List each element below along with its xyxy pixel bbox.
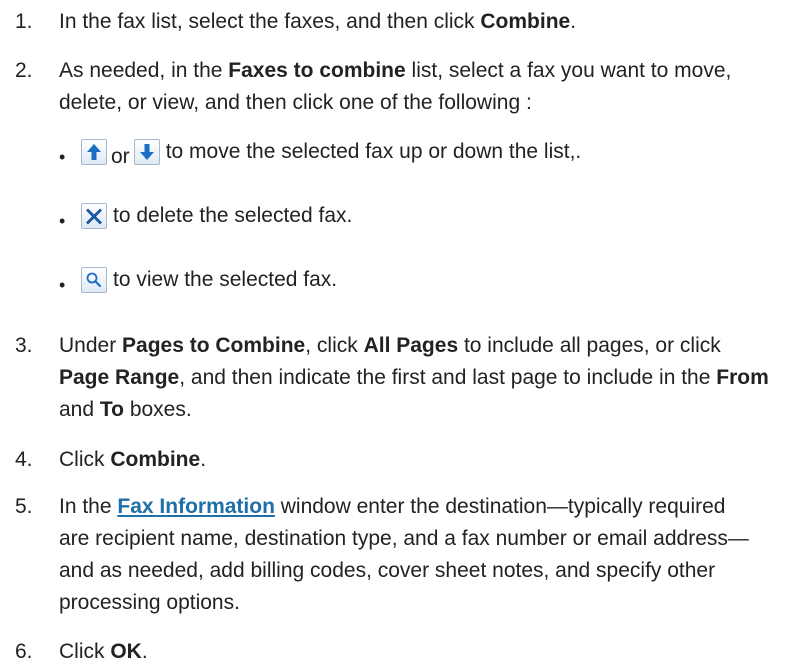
fax-information-link[interactable]: Fax Information [117, 495, 275, 518]
step-number: 2. [15, 59, 33, 82]
arrow-up-icon[interactable] [81, 139, 107, 165]
bullet-text: to move the selected fax up or down the … [165, 140, 582, 163]
or-label: or [111, 145, 130, 168]
step-number: 6. [15, 640, 33, 663]
step-number: 3. [15, 334, 33, 357]
step-4: 4. Click Combine. [15, 444, 775, 476]
step-6: 6. Click OK. [15, 636, 775, 668]
delete-x-icon[interactable] [81, 203, 107, 229]
step-text: Under Pages to Combine, click All Pages … [59, 334, 769, 421]
step-5: 5. In the Fax Information window enter t… [15, 491, 775, 619]
bullet-text: to view the selected fax. [113, 268, 338, 291]
step-1: 1. In the fax list, select the faxes, an… [15, 6, 775, 38]
help-document: 1. In the fax list, select the faxes, an… [0, 0, 790, 671]
step-3: 3. Under Pages to Combine, click All Pag… [15, 330, 775, 426]
step-text: Click OK. [59, 640, 148, 663]
step-text: Click Combine. [59, 448, 207, 471]
step-2: 2. As needed, in the Faxes to combine li… [15, 55, 775, 119]
arrow-down-icon[interactable] [133, 139, 160, 165]
step-text: As needed, in the Faxes to combine list,… [59, 59, 732, 114]
step-text: In the Fax Information window enter the … [59, 495, 749, 614]
magnifier-icon[interactable] [81, 267, 107, 293]
bullet-view: • to view the selected fax. [59, 258, 779, 302]
bullet-delete: • to delete the selected fax. [59, 194, 779, 238]
step-number: 5. [15, 495, 33, 518]
bullet-move: • or to move the selected fax up or down… [59, 130, 779, 174]
step-text: In the fax list, select the faxes, and t… [59, 10, 577, 33]
step-number: 4. [15, 448, 33, 471]
bullet-text: to delete the selected fax. [113, 204, 353, 227]
step-number: 1. [15, 10, 33, 33]
